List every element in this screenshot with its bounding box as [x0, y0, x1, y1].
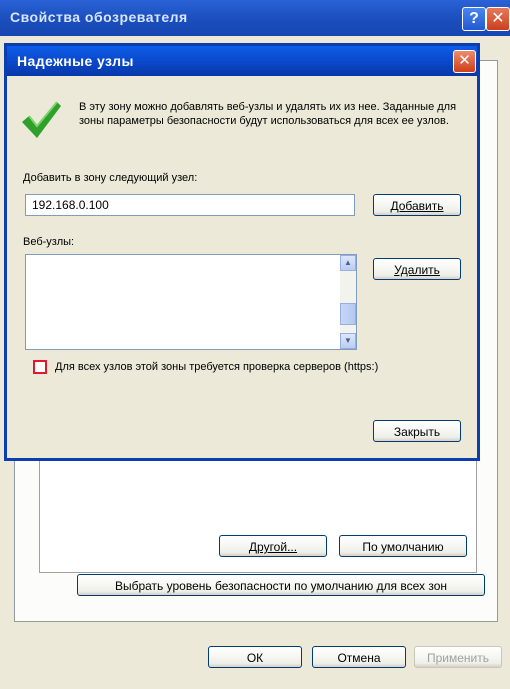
trusted-sites-titlebar: Надежные узлы ✕: [7, 46, 477, 76]
add-site-label: Добавить в зону следующий узел:: [23, 172, 198, 184]
reset-all-zones-button[interactable]: Выбрать уровень безопасности по умолчани…: [77, 574, 485, 596]
apply-button[interactable]: Применить: [414, 646, 502, 668]
trusted-sites-dialog: Надежные узлы ✕ В эту зону можно добавля…: [4, 43, 480, 461]
remove-site-button[interactable]: Удалить: [373, 258, 461, 280]
zone-description: В эту зону можно добавлять веб-узлы и уд…: [79, 101, 457, 127]
custom-level-button[interactable]: Другой...: [219, 535, 327, 557]
https-checkbox-label[interactable]: Для всех узлов этой зоны требуется прове…: [55, 361, 378, 373]
default-level-button[interactable]: По умолчанию: [339, 535, 467, 557]
https-checkbox[interactable]: [33, 360, 47, 374]
add-site-button[interactable]: Добавить: [373, 194, 461, 216]
close-icon: ✕: [458, 52, 471, 69]
close-dialog-button[interactable]: Закрыть: [373, 420, 461, 442]
help-icon: ?: [469, 10, 479, 27]
checkmark-icon: [22, 101, 61, 138]
close-icon: ✕: [491, 10, 505, 27]
sites-scrollbar[interactable]: ▲ ▼: [340, 255, 356, 349]
scroll-thumb[interactable]: [340, 303, 356, 325]
sites-list[interactable]: ▲ ▼: [25, 254, 357, 350]
scroll-up-button[interactable]: ▲: [340, 255, 356, 271]
window-close-button[interactable]: ✕: [486, 7, 510, 31]
sites-list-label: Веб-узлы:: [23, 236, 75, 248]
chevron-up-icon: ▲: [344, 258, 352, 267]
scroll-down-button[interactable]: ▼: [340, 333, 356, 349]
dialog-title: Надежные узлы: [17, 53, 134, 69]
internet-options-title: Свойства обозревателя: [10, 9, 188, 25]
cancel-button[interactable]: Отмена: [312, 646, 406, 668]
add-site-input[interactable]: [25, 194, 355, 216]
chevron-down-icon: ▼: [344, 336, 352, 345]
dialog-close-button[interactable]: ✕: [453, 50, 476, 73]
dialog-body: В эту зону можно добавлять веб-узлы и уд…: [7, 76, 477, 458]
internet-options-titlebar: Свойства обозревателя ? ✕: [0, 0, 510, 36]
help-button[interactable]: ?: [462, 7, 486, 31]
ok-button[interactable]: ОК: [208, 646, 302, 668]
